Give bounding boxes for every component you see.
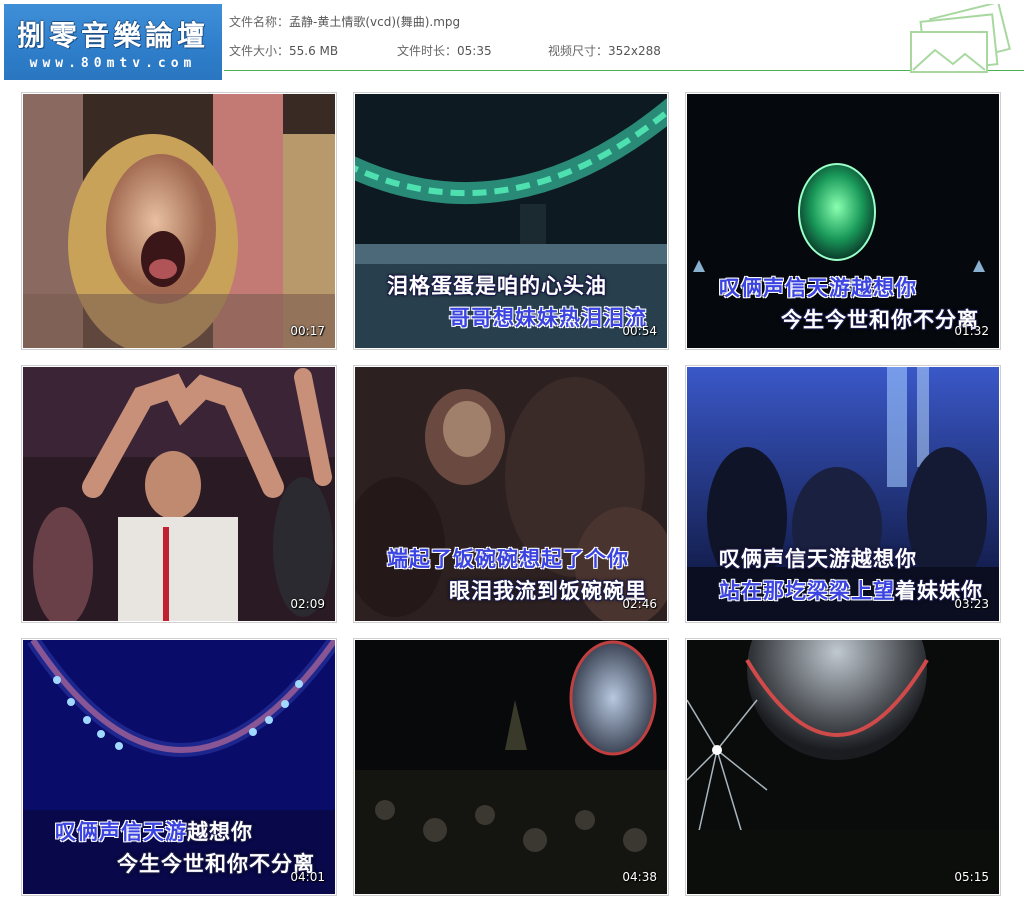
- timestamp: 05:15: [954, 870, 989, 884]
- video-frame: 叹俩声信天游越想你 今生今世和你不分离 04:01: [23, 640, 335, 894]
- video-frame: 叹俩声信天游越想你 站在那圪梁梁上望着妹妹你 03:23: [687, 367, 999, 621]
- file-duration-value: 05:35: [457, 44, 492, 58]
- video-frame: 端起了饭碗碗想起了个你 眼泪我流到饭碗碗里 02:46: [355, 367, 667, 621]
- lyric-line-highlighted: 叹俩声信天游越想你: [719, 276, 917, 300]
- lyric-line-highlighted: 哥哥想妹妹热泪泪流: [449, 306, 647, 330]
- lyric-line-highlighted: 端起了饭碗碗想起了个你: [387, 547, 629, 571]
- timestamp: 02:46: [622, 597, 657, 611]
- video-frame: 05:15: [687, 640, 999, 894]
- lyric-highlight-segment: 叹俩声信天游: [55, 820, 187, 844]
- lyric-line-mixed: 站在那圪梁梁上望着妹妹你: [719, 575, 983, 605]
- lyric-line: 今生今世和你不分离: [117, 852, 315, 876]
- timestamp: 04:01: [290, 870, 325, 884]
- lyric-line-mixed: 叹俩声信天游越想你: [55, 816, 253, 846]
- frame-image: [355, 640, 667, 894]
- logo-title: 捌零音樂論壇: [16, 19, 209, 52]
- file-duration-label: 文件时长：: [397, 44, 458, 58]
- thumbnail-6[interactable]: 叹俩声信天游越想你 站在那圪梁梁上望着妹妹你 03:23: [685, 365, 1001, 623]
- file-name-value: 孟静-黄土情歌(vcd)(舞曲).mpg: [289, 15, 461, 29]
- file-name-label: 文件名称：: [229, 15, 290, 29]
- timestamp: 04:38: [622, 870, 657, 884]
- lyric-plain-segment: 越想你: [187, 820, 253, 844]
- file-duration-row: 文件时长：05:35: [397, 42, 492, 59]
- video-dimension-label: 视频尺寸：: [548, 44, 609, 58]
- header-divider: [224, 70, 1024, 71]
- video-frame: 02:09: [23, 367, 335, 621]
- lyric-line: 今生今世和你不分离: [781, 308, 979, 332]
- video-frame: 00:17: [23, 94, 335, 348]
- video-dimension-row: 视频尺寸：352x288: [548, 42, 661, 59]
- video-dimension-value: 352x288: [608, 44, 661, 58]
- video-frame: 04:38: [355, 640, 667, 894]
- file-size-row: 文件大小：55.6 MB: [229, 42, 338, 59]
- timestamp: 01:32: [954, 324, 989, 338]
- lyric-line: 叹俩声信天游越想你: [719, 547, 917, 571]
- thumbnail-7[interactable]: 叹俩声信天游越想你 今生今世和你不分离 04:01: [21, 638, 337, 896]
- thumbnail-3[interactable]: 叹俩声信天游越想你 今生今世和你不分离 01:32: [685, 92, 1001, 350]
- lyric-highlight-segment: 站在那圪梁梁上望: [719, 579, 895, 603]
- thumbnail-1[interactable]: 00:17: [21, 92, 337, 350]
- thumbnail-4[interactable]: 02:09: [21, 365, 337, 623]
- site-logo: 捌零音樂論壇 www.80mtv.com: [4, 4, 222, 80]
- timestamp: 00:17: [290, 324, 325, 338]
- thumbnail-5[interactable]: 端起了饭碗碗想起了个你 眼泪我流到饭碗碗里 02:46: [353, 365, 669, 623]
- timestamp: 00:54: [622, 324, 657, 338]
- picture-frames-icon: [910, 4, 1011, 73]
- frame-image: [23, 94, 335, 348]
- thumbnail-9[interactable]: 05:15: [685, 638, 1001, 896]
- lyric-line: 泪格蛋蛋是咱的心头油: [387, 274, 607, 298]
- frame-image: [687, 640, 999, 894]
- timestamp: 02:09: [290, 597, 325, 611]
- thumbnail-8[interactable]: 04:38: [353, 638, 669, 896]
- video-frame: 叹俩声信天游越想你 今生今世和你不分离 01:32: [687, 94, 999, 348]
- file-size-value: 55.6 MB: [289, 44, 339, 58]
- lyric-line: 眼泪我流到饭碗碗里: [449, 579, 647, 603]
- video-frame: 泪格蛋蛋是咱的心头油 哥哥想妹妹热泪泪流 00:54: [355, 94, 667, 348]
- timestamp: 03:23: [954, 597, 989, 611]
- file-name-row: 文件名称：孟静-黄土情歌(vcd)(舞曲).mpg: [229, 13, 460, 30]
- frame-image: [23, 367, 335, 621]
- file-size-label: 文件大小：: [229, 44, 290, 58]
- logo-url: www.80mtv.com: [29, 56, 197, 71]
- thumbnail-2[interactable]: 泪格蛋蛋是咱的心头油 哥哥想妹妹热泪泪流 00:54: [353, 92, 669, 350]
